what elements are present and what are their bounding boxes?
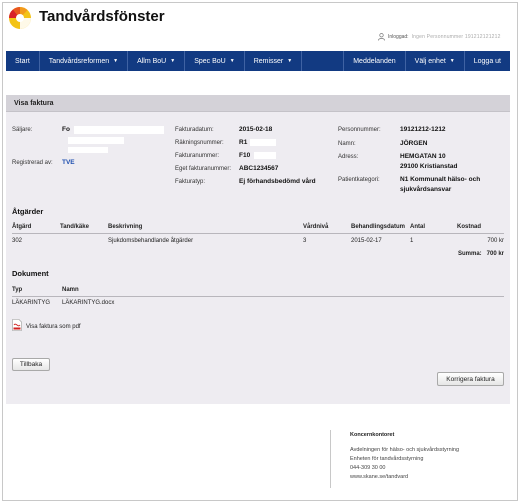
- address-line1: HEMGATAN 10: [400, 153, 446, 160]
- documents-title: Dokument: [12, 269, 49, 278]
- own-invoice-number-label: Eget fakturanummer:: [175, 166, 232, 172]
- personnummer-label: Personnummer:: [338, 127, 381, 133]
- name-value: JÖRGEN: [400, 140, 428, 147]
- logged-in-label: Inloggad:: [388, 34, 409, 40]
- doc-link[interactable]: LÄKARINTYG.docx: [62, 300, 114, 306]
- col-header-doc-type: Typ: [12, 287, 23, 293]
- caret-down-icon: ▼: [170, 58, 176, 64]
- patient-category-line1: N1 Kommunalt hälso- och: [400, 176, 481, 183]
- nav-label: Logga ut: [473, 57, 501, 65]
- cell-code: 302: [12, 238, 23, 244]
- nav-label: Spec BoU: [194, 57, 226, 65]
- correct-invoice-button[interactable]: Korrigera faktura: [437, 372, 504, 386]
- col-header-description: Beskrivning: [108, 224, 143, 230]
- col-header-code: Åtgärd: [12, 224, 32, 230]
- redaction-block: [68, 147, 108, 153]
- logged-in-user: Inloggad: Ingen Personnummer 19121212121…: [378, 33, 501, 41]
- invoice-number-value: F10: [239, 152, 251, 159]
- table-divider: [12, 233, 504, 234]
- nav-start[interactable]: Start: [6, 51, 40, 71]
- logo-icon: [8, 6, 31, 29]
- footer-title: Koncernkontoret: [350, 432, 395, 438]
- invoice-number-label: Fakturanummer:: [175, 153, 220, 159]
- nav-tandvardsreformen[interactable]: Tandvårdsreformen ▼: [40, 51, 129, 71]
- invoice-type-label: Fakturatyp:: [175, 179, 206, 185]
- nav-label: Tandvårdsreformen: [48, 57, 110, 65]
- nav-meddelanden[interactable]: Meddelanden: [344, 51, 406, 71]
- nav-remisser[interactable]: Remisser ▼: [245, 51, 303, 71]
- user-icon: [378, 33, 385, 41]
- col-header-tooth: Tand/käke: [60, 224, 89, 230]
- sum-value: 700 kr: [486, 251, 504, 257]
- col-header-cost: Kostnad: [457, 224, 481, 230]
- cell-qty: 1: [410, 238, 414, 244]
- name-label: Namn:: [338, 141, 356, 147]
- nav-label: Meddelanden: [353, 57, 396, 65]
- redaction-block: [254, 152, 276, 159]
- bill-number-label: Räkningsnummer:: [175, 140, 224, 146]
- address-label: Adress:: [338, 154, 359, 160]
- registered-by-label: Registrerad av:: [12, 160, 53, 166]
- doc-type: LÄKARINTYG: [12, 300, 51, 306]
- caret-down-icon: ▼: [449, 58, 455, 64]
- footer-url[interactable]: www.skane.se/tandvard: [350, 474, 408, 480]
- panel-title: Visa faktura: [6, 95, 510, 112]
- redaction-block: [250, 139, 276, 146]
- cell-description: Sjukdomsbehandlande åtgärder: [108, 238, 194, 244]
- col-header-doc-name: Namn: [62, 287, 79, 293]
- nav-allm-bou[interactable]: Allm BoU ▼: [128, 51, 186, 71]
- pdf-icon[interactable]: [12, 319, 22, 331]
- nav-label: Start: [15, 57, 30, 65]
- nav-spec-bou[interactable]: Spec BoU ▼: [185, 51, 245, 71]
- view-pdf-link[interactable]: Visa faktura som pdf: [26, 324, 81, 330]
- atgarder-title: Åtgärder: [12, 207, 44, 216]
- sum-label: Summa:: [458, 251, 482, 257]
- nav-label: Remisser: [253, 57, 284, 65]
- cell-level: 3: [303, 238, 307, 244]
- seller-name: Fo: [62, 126, 70, 133]
- invoice-panel: Visa faktura Säljare: Fo Registrerad av:…: [6, 95, 510, 404]
- footer-line1: Avdelningen för hälso- och sjukvårdsstyr…: [350, 447, 460, 453]
- bill-number-value: R1: [239, 139, 248, 146]
- address-line2: 29100 Kristianstad: [400, 163, 458, 170]
- caret-down-icon: ▼: [287, 58, 293, 64]
- nav-label: Välj enhet: [414, 57, 446, 65]
- caret-down-icon: ▼: [229, 58, 235, 64]
- nav-label: Allm BoU: [137, 57, 167, 65]
- footer-divider: [330, 430, 331, 488]
- logged-in-name: Ingen Personnummer 191212121212: [411, 34, 501, 40]
- patient-category-line2: sjukvårdsansvar: [400, 186, 452, 193]
- cell-date: 2015-02-17: [351, 238, 382, 244]
- col-header-qty: Antal: [410, 224, 425, 230]
- invoice-date-label: Fakturadatum:: [175, 127, 214, 133]
- redaction-block: [74, 126, 164, 134]
- patient-category-label: Patientkategori:: [338, 177, 380, 183]
- footer: [6, 426, 510, 496]
- col-header-level: Vårdnivå: [303, 224, 329, 230]
- invoice-type-value: Ej förhandsbedömd vård: [239, 178, 316, 185]
- own-invoice-number-value: ABC1234567: [239, 165, 279, 172]
- nav-logga-ut[interactable]: Logga ut: [465, 51, 510, 71]
- footer-phone: 044-309 30 00: [350, 465, 386, 471]
- footer-line2: Enheten för tandvårdsstyrning: [350, 456, 424, 462]
- registered-by-link[interactable]: TVE: [62, 159, 75, 166]
- invoice-date-value: 2015-02-18: [239, 126, 273, 133]
- back-button[interactable]: Tillbaka: [12, 358, 50, 371]
- main-nav: Start Tandvårdsreformen ▼ Allm BoU ▼ Spec …: [6, 51, 510, 71]
- seller-label: Säljare:: [12, 127, 33, 133]
- col-header-date: Behandlingsdatum: [351, 224, 406, 230]
- nav-spacer: [302, 51, 345, 71]
- nav-valj-enhet[interactable]: Välj enhet ▼: [406, 51, 465, 71]
- redaction-block: [68, 137, 124, 144]
- app-title: Tandvårdsfönster: [39, 8, 165, 25]
- table-divider: [12, 296, 504, 297]
- caret-down-icon: ▼: [113, 58, 119, 64]
- personnummer-value: 19121212-1212: [400, 126, 446, 133]
- cell-cost: 700 kr: [487, 238, 504, 244]
